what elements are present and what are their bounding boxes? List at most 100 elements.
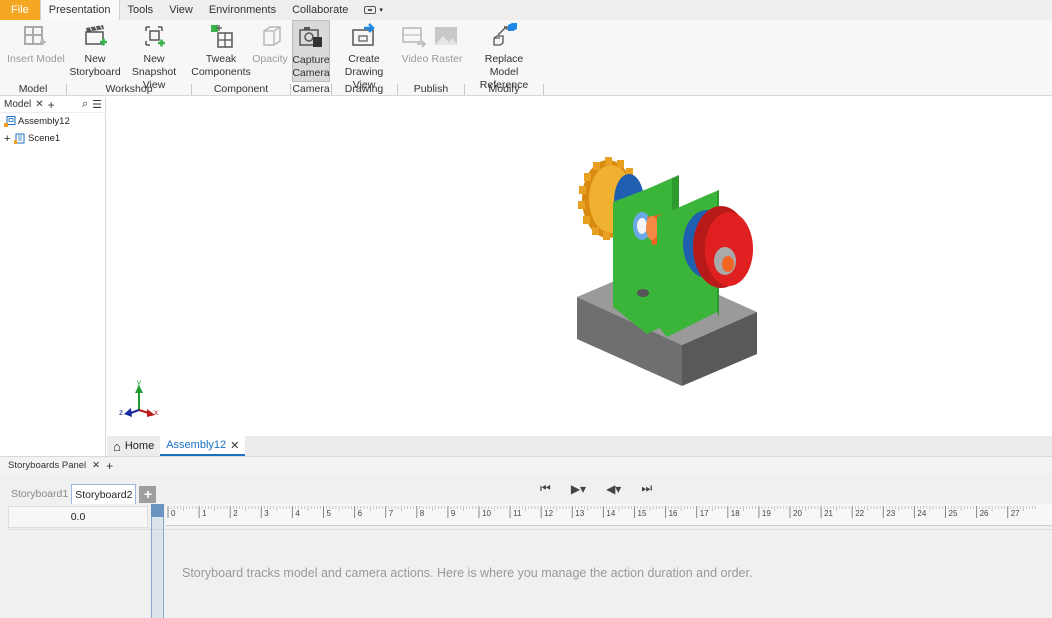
scene-icon — [14, 133, 26, 144]
left-bearing-inner — [637, 218, 647, 234]
ruler-tick-label: 4 — [295, 509, 300, 518]
playhead[interactable] — [151, 504, 164, 618]
assembly-model-render[interactable]: y x z — [107, 97, 1052, 436]
ruler-tick-label: 2 — [233, 509, 238, 518]
menu-icon[interactable]: ☰ — [92, 98, 102, 111]
close-icon[interactable]: ✕ — [35, 99, 43, 110]
group-label-camera: Camera — [292, 83, 330, 95]
raster-button[interactable]: Raster — [431, 20, 463, 82]
ruler-tick-label: 0 — [171, 509, 176, 518]
ribbon-display-dropdown[interactable]: ▾ — [356, 0, 391, 20]
create-drawing-view-button[interactable]: Create Drawing View — [333, 20, 395, 91]
storyboards-panel-title: Storyboards Panel — [8, 460, 87, 471]
expand-icon[interactable]: + — [4, 133, 12, 145]
tab-assembly12[interactable]: Assembly12 ✕ — [160, 436, 246, 456]
bolt — [637, 289, 649, 297]
group-label-model: Model — [18, 83, 48, 95]
opacity-button[interactable]: Opacity — [250, 20, 290, 82]
play-forward-icon[interactable]: ▶▾ — [571, 482, 586, 496]
tweak-label-line2: Components — [191, 66, 251, 78]
insert-model-icon — [22, 22, 50, 50]
ruler-tick-label: 6 — [358, 509, 363, 518]
tab-home[interactable]: ⌂ Home — [107, 436, 160, 456]
ruler-tick-label: 17 — [700, 509, 709, 518]
opacity-label: Opacity — [252, 53, 288, 65]
playhead-handle[interactable] — [151, 504, 164, 517]
coordinate-triad: y x z — [119, 378, 158, 417]
storyboard-area: Storyboard1 Storyboard2 + ⏮ ▶▾ ◀▾ ⏭ 0.0 … — [0, 474, 1052, 618]
go-to-start-icon[interactable]: ⏮ — [540, 481, 551, 496]
ruler-tick-label: 12 — [544, 509, 553, 518]
ruler-tick-label: 9 — [451, 509, 456, 518]
menu-tools[interactable]: Tools — [120, 0, 162, 20]
capture-camera-label-line2: Camera — [292, 67, 330, 79]
tree-item-scene[interactable]: + Scene1 — [0, 130, 105, 147]
replace-model-label-line1: Replace — [484, 53, 524, 65]
search-icon[interactable]: ⌕ — [82, 98, 88, 111]
replace-model-reference-button[interactable]: Replace Model Reference — [466, 20, 542, 91]
new-snapshot-view-button[interactable]: New Snapshot View — [121, 20, 187, 91]
menu-presentation[interactable]: Presentation — [39, 0, 120, 20]
insert-model-button[interactable]: Insert Model — [6, 20, 66, 82]
menu-bar: File Presentation Tools View Environment… — [0, 0, 1052, 20]
new-storyboard-label-line1: New — [84, 53, 106, 65]
tab-storyboard2[interactable]: Storyboard2 — [71, 484, 137, 504]
menu-environments[interactable]: Environments — [201, 0, 284, 20]
go-to-end-icon[interactable]: ⏭ — [641, 481, 652, 496]
video-icon — [401, 22, 429, 50]
menu-view[interactable]: View — [161, 0, 201, 20]
group-label-component: Component — [213, 83, 269, 95]
tree-item-label: Scene1 — [28, 133, 61, 144]
new-snapshot-label-line1: New — [143, 53, 165, 65]
ribbon: Insert Model New Storyboard New Snapshot… — [0, 20, 1052, 96]
browser-header: Model ✕ + ⌕ ☰ — [0, 97, 105, 113]
ruler-tick-label: 16 — [669, 509, 678, 518]
ruler-tick-label: 21 — [824, 509, 833, 518]
tweak-components-button[interactable]: Tweak Components — [191, 20, 251, 82]
play-reverse-icon[interactable]: ◀▾ — [606, 482, 621, 496]
ruler-tick-label: 15 — [638, 509, 647, 518]
chevron-down-icon: ▾ — [379, 7, 383, 14]
menu-file[interactable]: File — [0, 0, 40, 20]
ribbon-display-icon — [364, 6, 377, 14]
ruler-tick-label: 1 — [202, 509, 207, 518]
video-button[interactable]: Video — [399, 20, 431, 82]
graphics-viewport[interactable]: y x z — [107, 97, 1052, 436]
new-storyboard-button[interactable]: New Storyboard — [69, 20, 121, 82]
group-divider — [543, 84, 544, 95]
current-time-field[interactable]: 0.0 — [8, 506, 148, 528]
group-label-publish: Publish — [413, 83, 449, 95]
menu-collaborate[interactable]: Collaborate — [284, 0, 356, 20]
tweak-components-icon — [207, 22, 235, 50]
video-label: Video — [401, 53, 429, 65]
camera-icon — [297, 23, 325, 51]
document-tabs: ⌂ Home Assembly12 ✕ — [107, 436, 1052, 456]
ruler-tick-label: 19 — [762, 509, 771, 518]
ruler-tick-label: 3 — [264, 509, 269, 518]
capture-camera-label-line1: Capture — [292, 54, 330, 66]
playback-controls: ⏮ ▶▾ ◀▾ ⏭ — [540, 481, 652, 496]
add-tab-icon[interactable]: + — [48, 98, 55, 112]
hub-shaft — [722, 256, 734, 272]
browser-tab-model[interactable]: Model — [4, 99, 31, 110]
shaft-end — [646, 216, 658, 240]
storyboards-panel-header: Storyboards Panel ✕ + — [0, 456, 1052, 474]
ruler-tick-label: 27 — [1011, 509, 1020, 518]
tab-storyboard1[interactable]: Storyboard1 — [8, 484, 71, 504]
add-panel-icon[interactable]: + — [106, 459, 113, 473]
clapperboard-icon — [81, 22, 109, 50]
snapshot-icon — [140, 22, 168, 50]
drawing-view-icon — [350, 22, 378, 50]
timeline-ruler[interactable]: 0 1 2 3 4 5 6 7 8 9 10 11 12 13 14 15 16 17 18 19 20 21 22 23 24… — [166, 504, 1052, 526]
close-icon[interactable]: ✕ — [230, 439, 239, 452]
capture-camera-button[interactable]: Capture Camera — [292, 20, 330, 82]
group-label-workshop: Workshop — [105, 83, 153, 95]
ruler-tick-label: 23 — [886, 509, 895, 518]
close-icon[interactable]: ✕ — [92, 460, 100, 471]
add-storyboard-button[interactable]: + — [139, 485, 157, 503]
create-drawing-label-line1: Create — [348, 53, 380, 65]
tree-item-assembly[interactable]: Assembly12 — [0, 113, 105, 130]
assembly-icon — [4, 116, 16, 127]
home-icon: ⌂ — [113, 438, 121, 454]
ruler-tick-label: 11 — [513, 509, 522, 518]
